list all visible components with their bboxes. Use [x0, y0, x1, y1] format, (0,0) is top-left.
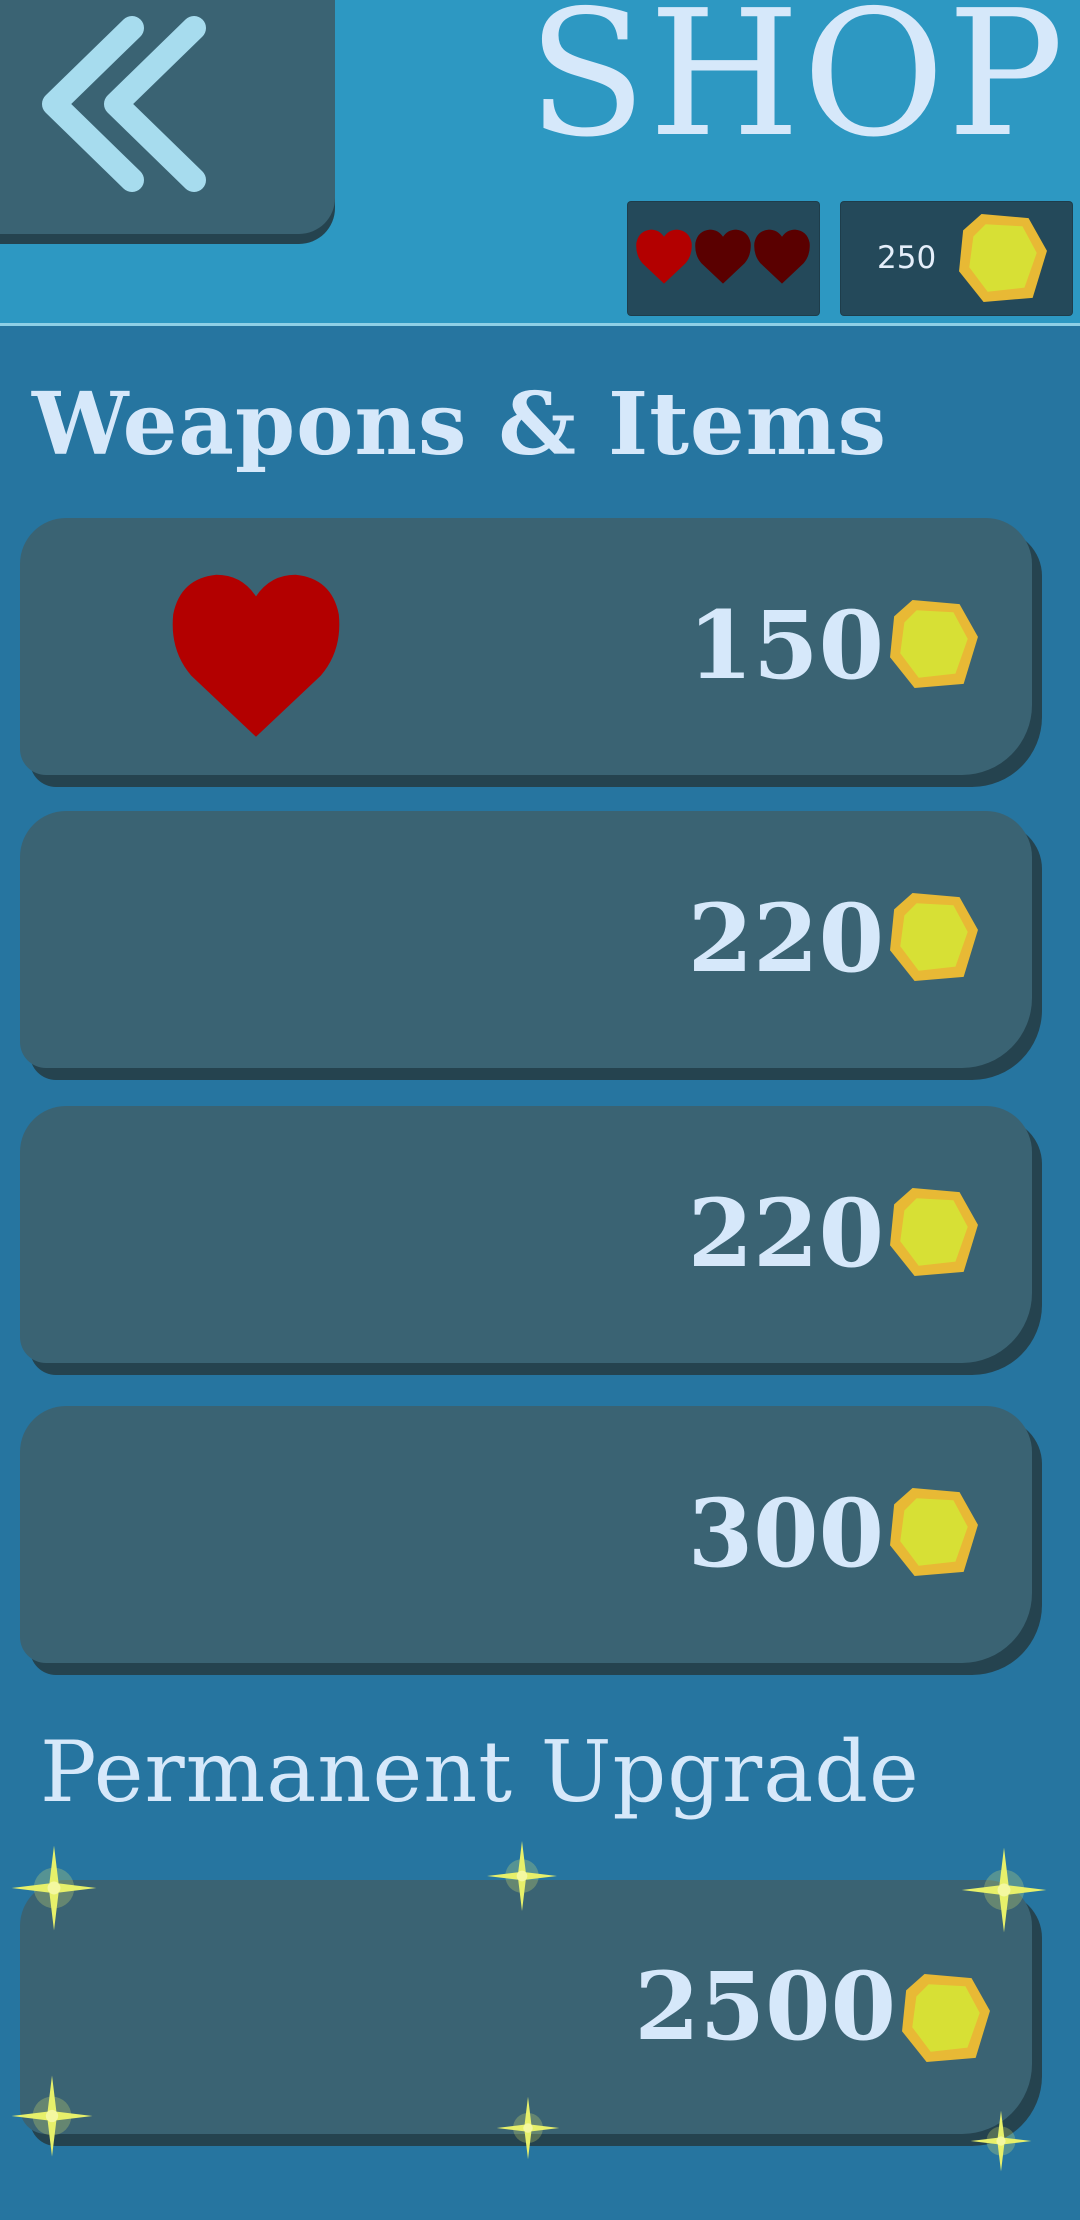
header-bar: SHOP 250	[0, 0, 1080, 326]
item-price: 150	[687, 591, 884, 701]
shop-item[interactable]: 220	[20, 1106, 1032, 1363]
sparkle-icon	[496, 2096, 560, 2160]
coin-icon	[890, 893, 978, 981]
heart-empty-icon	[754, 229, 810, 284]
shop-item[interactable]: 150	[20, 518, 1032, 775]
sparkle-icon	[487, 1841, 557, 1911]
back-button[interactable]	[0, 0, 335, 234]
coin-balance: 250	[841, 202, 1072, 315]
lives-indicator	[628, 202, 819, 315]
sparkle-icon	[11, 1845, 97, 1931]
item-price: 220	[687, 1179, 884, 1289]
coin-balance-value: 250	[877, 240, 937, 276]
coin-icon	[890, 1188, 978, 1276]
heart-icon	[172, 574, 340, 737]
heart-empty-icon	[695, 229, 751, 284]
upgrade-price: 2500	[634, 1952, 896, 2062]
section-title-weapons: Weapons & Items	[32, 374, 888, 475]
double-chevron-left-icon	[42, 16, 206, 192]
item-price: 300	[687, 1479, 884, 1589]
heart-icon	[636, 229, 692, 284]
coin-icon	[890, 600, 978, 688]
sparkle-icon	[11, 2075, 93, 2157]
section-title-permanent: Permanent Upgrade	[40, 1723, 920, 1821]
coin-icon	[902, 1974, 990, 2062]
coin-icon	[890, 1488, 978, 1576]
coin-icon	[959, 214, 1047, 302]
shop-item[interactable]: 300	[20, 1406, 1032, 1663]
item-price: 220	[687, 884, 884, 994]
sparkle-icon	[970, 2110, 1032, 2172]
shop-item[interactable]: 220	[20, 811, 1032, 1068]
sparkle-icon	[961, 1847, 1047, 1933]
page-title: SHOP	[527, 0, 1066, 176]
